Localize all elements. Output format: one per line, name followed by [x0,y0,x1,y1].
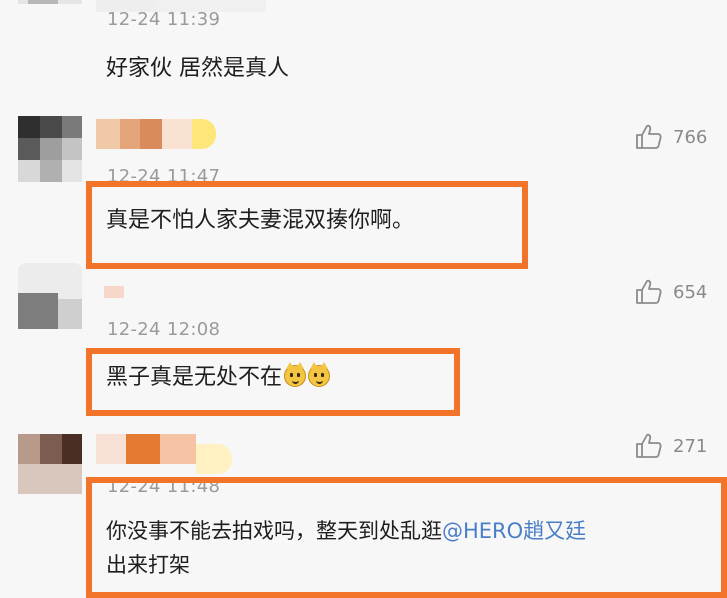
thumb-up-icon [636,124,662,149]
avatar[interactable] [18,116,82,182]
avatar[interactable] [18,434,82,494]
comment-text: 好家伙 居然是真人 [106,56,289,81]
like-count: 766 [673,126,708,148]
comment-timestamp: 12-24 12:08 [107,319,221,340]
comment-item: 12-24 11:39 好家伙 居然是真人 [0,0,727,100]
avatar[interactable] [18,0,82,4]
username-blurred[interactable] [96,286,156,300]
username-blurred[interactable] [96,434,236,474]
like-count: 654 [673,281,708,303]
highlight-box [86,477,727,598]
comment-timestamp: 12-24 11:39 [107,9,221,30]
like-button[interactable]: 766 [633,120,707,154]
like-button[interactable]: 654 [633,275,707,309]
highlight-box [86,181,528,269]
thumb-up-icon [636,279,662,304]
thumb-up-icon [636,433,662,458]
highlight-box [86,348,460,416]
username-blurred[interactable] [96,119,236,149]
like-button[interactable]: 271 [633,429,707,463]
avatar[interactable] [18,263,82,329]
like-count: 271 [673,435,708,457]
